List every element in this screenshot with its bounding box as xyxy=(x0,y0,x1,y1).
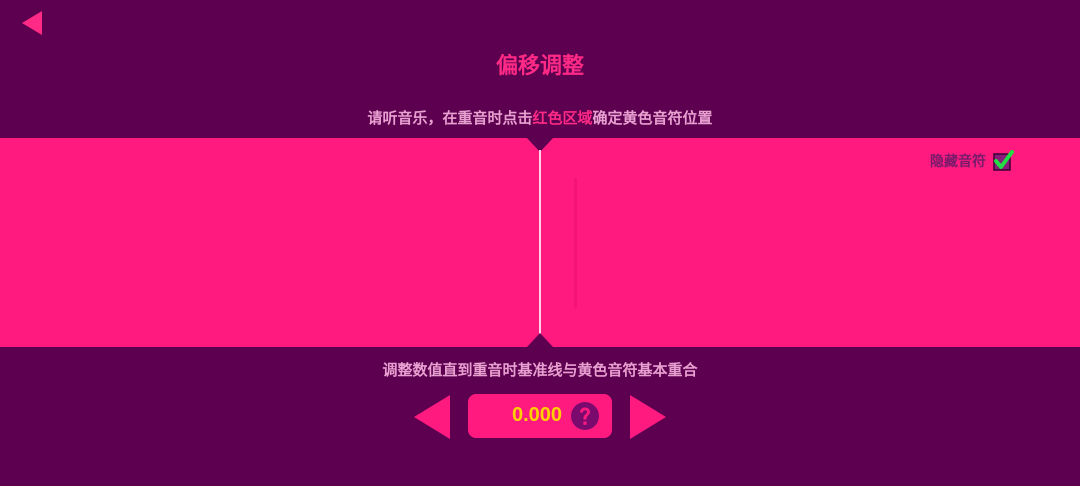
instruction-text: 请听音乐，在重音时点击红色区域确定黄色音符位置 xyxy=(0,107,1080,128)
reference-line xyxy=(539,150,541,336)
adjust-hint-text: 调整数值直到重音时基准线与黄色音符基本重合 xyxy=(382,361,698,379)
instruction-highlight: 红色区域 xyxy=(532,109,593,127)
instruction-part1: 请听音乐，在重音时点击 xyxy=(367,109,533,127)
instruction-part2: 确定黄色音符位置 xyxy=(592,109,713,127)
reference-marker-bottom xyxy=(527,333,553,347)
back-arrow-icon[interactable] xyxy=(20,10,44,36)
offset-value-box: 0.000 xyxy=(468,394,612,438)
question-mark-icon[interactable] xyxy=(570,401,600,431)
page-title: 偏移调整 xyxy=(495,54,584,79)
increase-arrow-icon[interactable] xyxy=(629,394,667,440)
hide-notes-label: 隐藏音符 xyxy=(930,154,986,170)
red-tap-area[interactable] xyxy=(0,138,1080,347)
hide-notes-toggle[interactable]: 隐藏音符 xyxy=(930,150,1014,172)
offset-adjust-screen: 偏移调整 请听音乐，在重音时点击红色区域确定黄色音符位置 隐藏音符 调整数值直到… xyxy=(0,0,1080,486)
yellow-note-indicator xyxy=(574,178,577,308)
decrease-arrow-icon[interactable] xyxy=(413,394,451,440)
checkbox-checked-icon[interactable] xyxy=(992,150,1014,172)
offset-value: 0.000 xyxy=(512,404,563,426)
